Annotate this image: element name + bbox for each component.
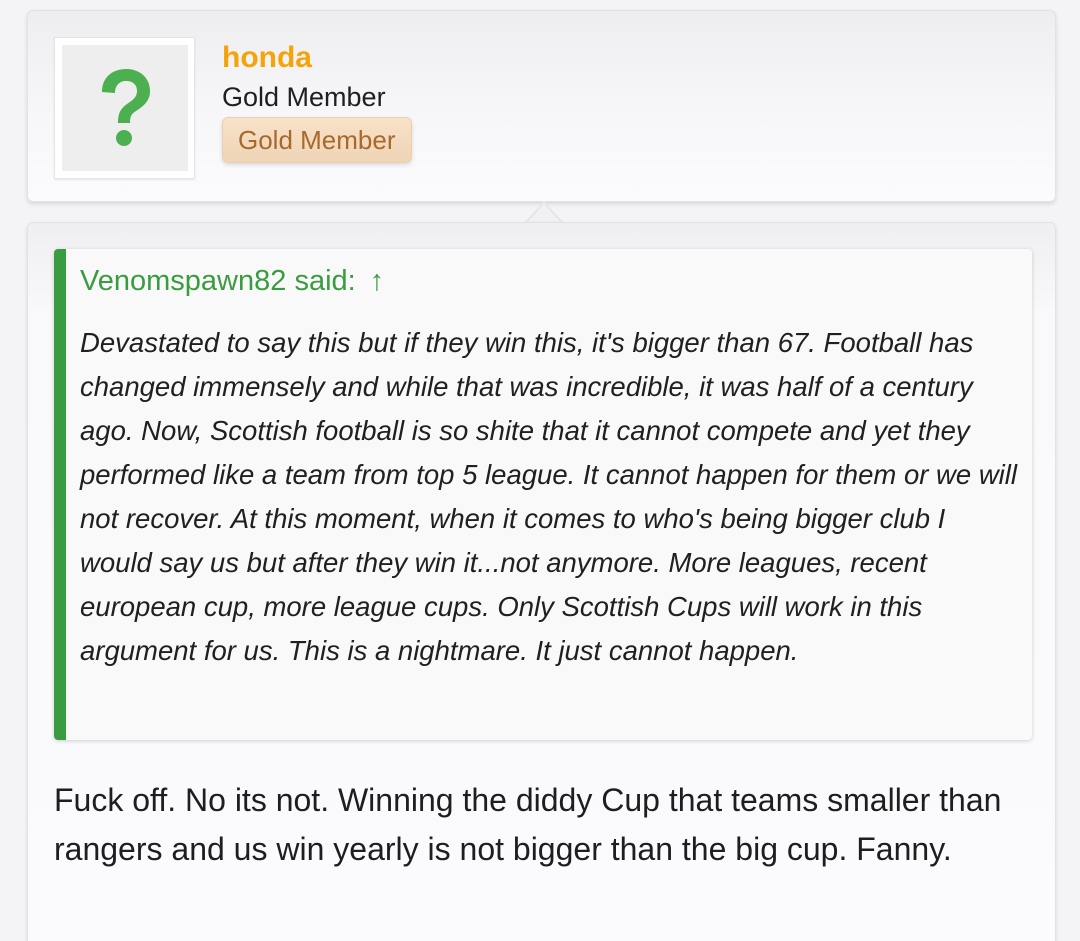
quote-attribution[interactable]: Venomspawn82 said: ↑	[80, 263, 384, 299]
username-link[interactable]: honda	[222, 41, 312, 75]
avatar-placeholder	[61, 45, 188, 171]
post-message: Fuck off. No its not. Winning the diddy …	[54, 782, 1002, 867]
user-title: Gold Member	[222, 82, 386, 112]
quote-said-label: said:	[294, 265, 356, 297]
up-arrow-icon[interactable]: ↑	[370, 265, 385, 297]
quote-author: Venomspawn82	[80, 265, 287, 297]
quote-accent-bar	[54, 249, 66, 740]
post-body: Venomspawn82 said: ↑ Devastated to say t…	[27, 222, 1056, 941]
quote-text: Devastated to say this but if they win t…	[80, 327, 1018, 666]
question-mark-icon	[101, 69, 150, 146]
forum-post: honda Gold Member Gold Member Venomspawn…	[0, 0, 1080, 941]
quote-block: Venomspawn82 said: ↑ Devastated to say t…	[54, 249, 1032, 740]
user-card: honda Gold Member Gold Member	[27, 10, 1056, 202]
user-banner: Gold Member	[222, 117, 412, 163]
avatar[interactable]	[54, 37, 195, 179]
card-caret-fill	[526, 204, 562, 224]
